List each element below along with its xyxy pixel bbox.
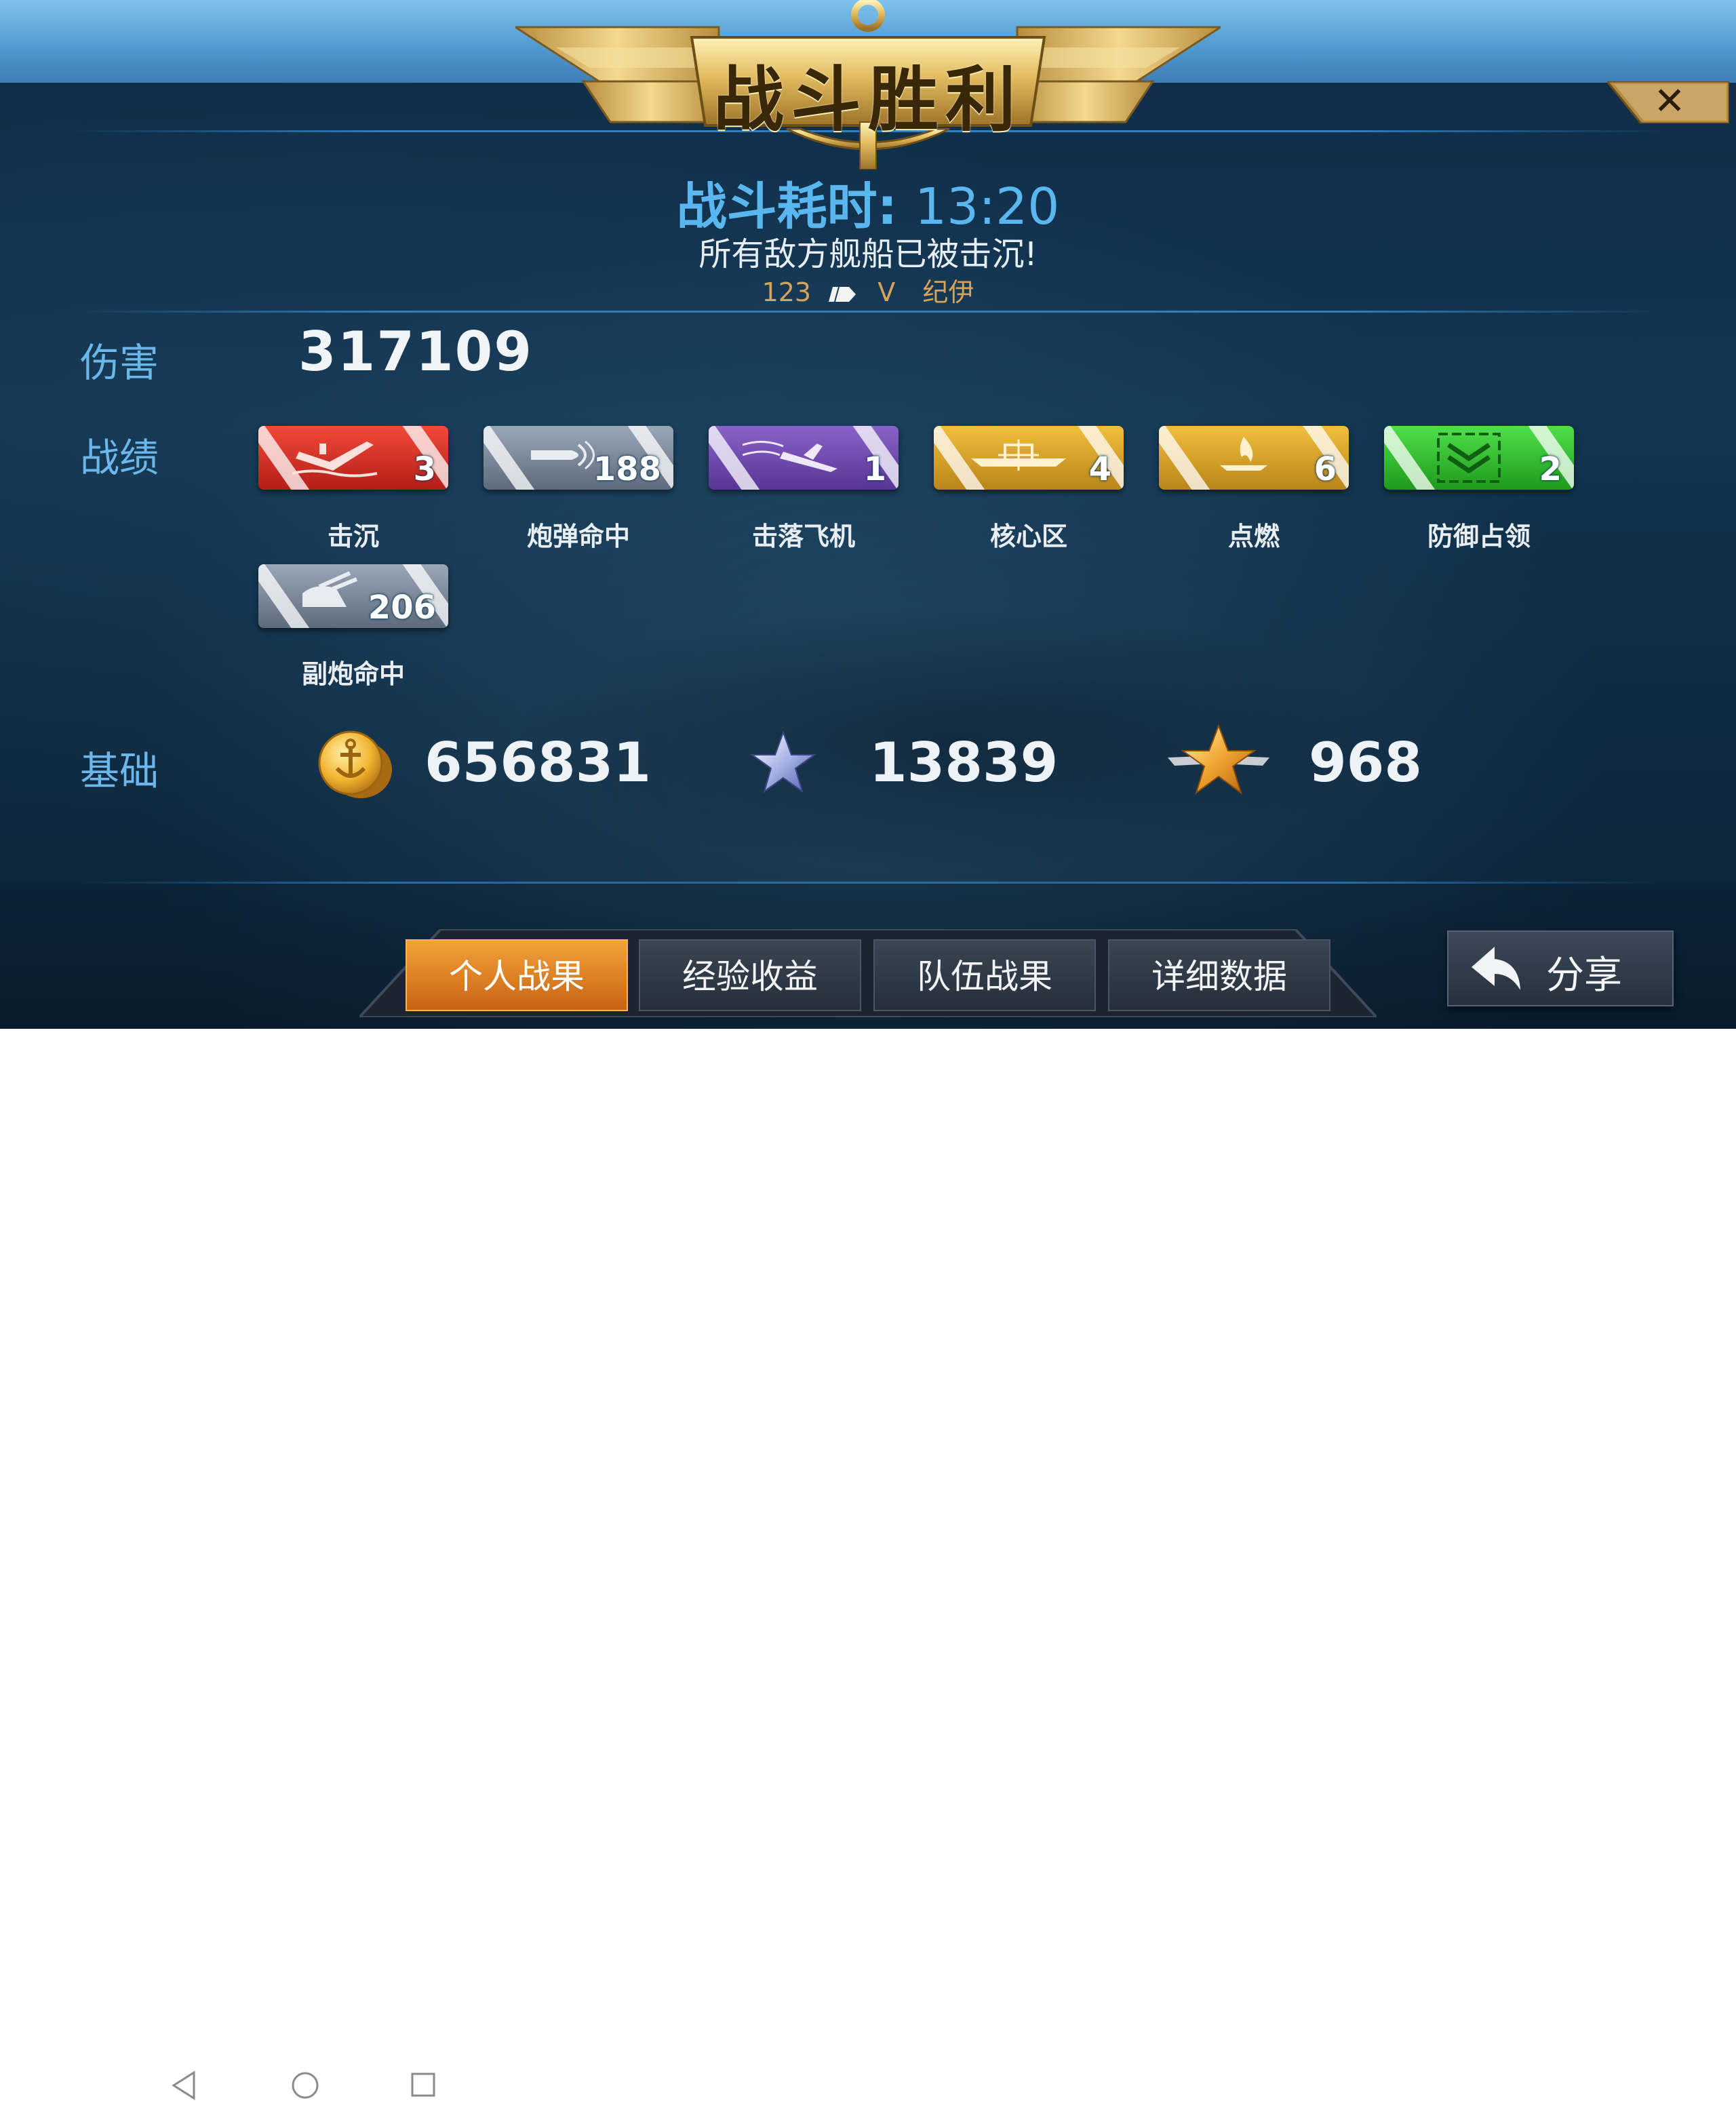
badge-shell-hits-count: 188 [593, 450, 661, 488]
tab-experience-gain[interactable]: 经验收益 [639, 939, 861, 1011]
badge-secondary-hits-label: 副炮命中 [301, 659, 405, 689]
flag-icon [829, 286, 856, 302]
tab-personal-results[interactable]: 个人战果 [406, 939, 628, 1011]
badge-sink-label: 击沉 [327, 522, 379, 551]
experience-star-icon [749, 730, 817, 793]
badge-shell-hits[interactable]: 188 [484, 426, 673, 490]
defend-capture-icon [1437, 433, 1501, 483]
player-level: 123 [762, 277, 812, 307]
close-icon[interactable]: ✕ [1609, 81, 1731, 123]
commander-xp-value: 968 [1309, 731, 1422, 794]
battle-result-screen: 战斗胜利 ✕ 战斗耗时: 13:20 所有敌方舰船已被击沉! 123 V 纪伊 … [0, 0, 1736, 1029]
tab-detailed-data[interactable]: 详细数据 [1108, 939, 1330, 1011]
badge-fires-label: 点燃 [1227, 522, 1280, 551]
badge-citadel-label: 核心区 [989, 522, 1067, 551]
home-nav-icon[interactable] [290, 2070, 320, 2100]
victory-banner: 战斗胜利 [511, 0, 1225, 170]
tab-team-results[interactable]: 队伍战果 [873, 939, 1096, 1011]
badge-fires-count: 6 [1314, 450, 1337, 488]
victory-title: 战斗胜利 [713, 58, 1023, 141]
citadel-icon [971, 439, 1066, 471]
badge-citadel-count: 4 [1088, 450, 1111, 488]
base-label: 基础 [80, 748, 159, 794]
coin-icon [318, 730, 392, 798]
sinking-ship-icon [292, 441, 378, 477]
system-nav-bar [0, 1029, 1736, 2100]
badge-shell-hits-label: 炮弹命中 [526, 522, 630, 551]
recents-nav-icon[interactable] [410, 2071, 437, 2098]
result-message: 所有敌方舰船已被击沉! [698, 235, 1038, 273]
badge-citadel[interactable]: 4 [934, 426, 1124, 490]
share-arrow-icon[interactable] [1470, 944, 1524, 993]
coins-value: 656831 [425, 731, 651, 794]
divider-header [68, 311, 1668, 313]
damage-value: 317109 [298, 320, 533, 383]
player-tier: V [877, 277, 896, 307]
badge-planes-shot[interactable]: 1 [709, 426, 899, 490]
badge-sink[interactable]: 3 [258, 426, 448, 490]
badge-fires[interactable]: 6 [1159, 426, 1349, 490]
badge-planes-shot-label: 击落飞机 [751, 522, 855, 551]
player-info: 123 V 纪伊 [0, 271, 1736, 309]
badge-secondary-hits[interactable]: 206 [258, 564, 448, 628]
badge-defend-capture[interactable]: 2 [1384, 426, 1574, 490]
fire-icon [1220, 437, 1267, 471]
damage-label: 伤害 [80, 340, 159, 386]
experience-value: 13839 [869, 731, 1059, 794]
shell-icon [531, 440, 595, 470]
badge-sink-count: 3 [413, 450, 436, 488]
badge-defend-capture-count: 2 [1539, 450, 1562, 488]
share-label[interactable]: 分享 [1546, 945, 1622, 1000]
achievements-label: 战绩 [80, 435, 159, 481]
badge-planes-shot-count: 1 [863, 450, 886, 488]
secondary-gun-icon [302, 571, 358, 607]
player-ship-name: 纪伊 [922, 277, 974, 307]
badge-defend-capture-label: 防御占领 [1427, 522, 1531, 551]
plane-icon [743, 441, 837, 472]
commander-star-icon [1168, 724, 1269, 795]
badge-secondary-hits-count: 206 [368, 589, 436, 627]
back-nav-icon[interactable] [171, 2070, 198, 2101]
